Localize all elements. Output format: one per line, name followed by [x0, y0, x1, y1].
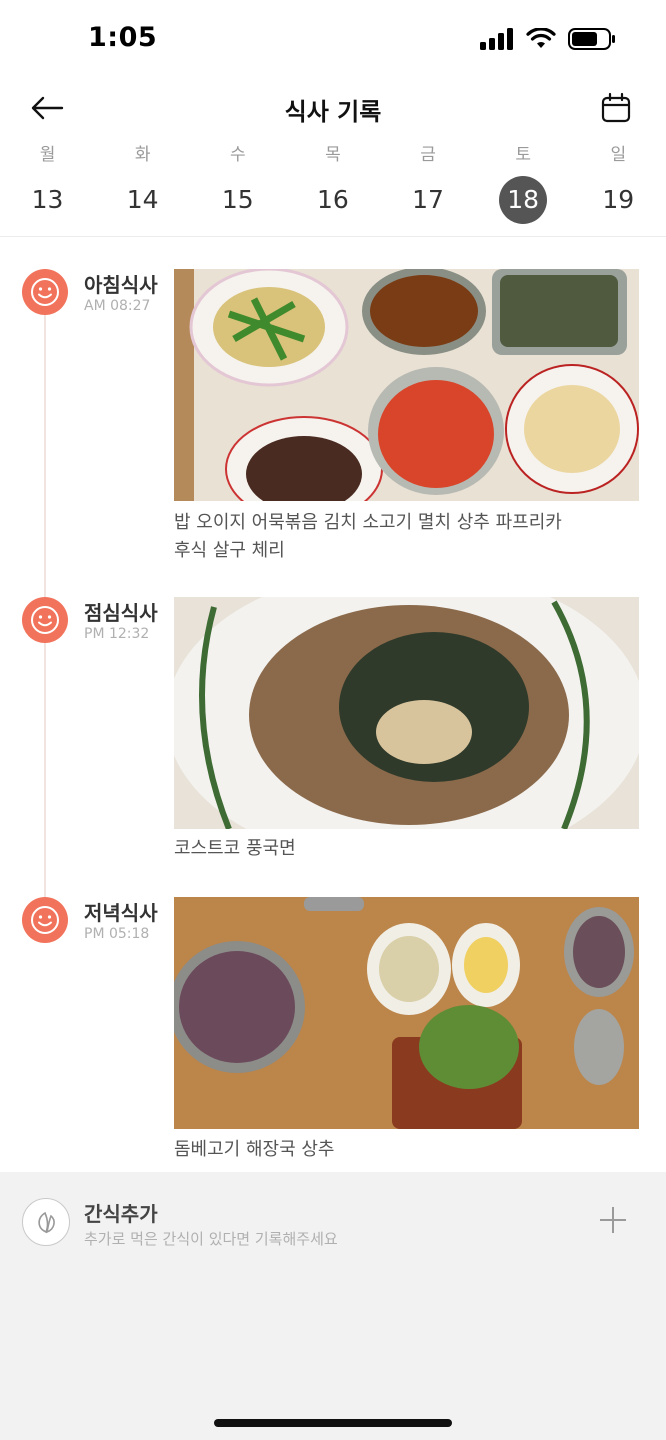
home-indicator	[214, 1419, 452, 1427]
add-snack-button[interactable]	[598, 1205, 628, 1235]
day-number: 16	[317, 185, 349, 214]
day-fri[interactable]: 금 17	[381, 140, 476, 236]
meal-description: 코스트코 풍국면	[174, 835, 639, 863]
day-number: 18	[499, 176, 548, 224]
day-mon[interactable]: 월 13	[0, 140, 95, 236]
day-label: 목	[325, 145, 341, 165]
smiley-face-icon	[22, 269, 68, 315]
meal-description-line: 돔베고기 해장국 상추	[174, 1139, 335, 1160]
day-label: 수	[229, 145, 246, 165]
snack-add-section[interactable]: 간식추가 추가로 먹은 간식이 있다면 기록해주세요	[0, 1172, 666, 1440]
day-number: 19	[602, 185, 635, 214]
meal-time: AM 08:27	[84, 298, 151, 314]
plus-icon	[600, 1207, 626, 1233]
status-bar: 1:05	[0, 0, 666, 80]
divider	[0, 236, 666, 237]
day-label: 토	[515, 145, 531, 165]
meal-time: PM 05:18	[84, 926, 150, 942]
day-wed[interactable]: 수 15	[190, 140, 285, 236]
day-label: 월	[39, 145, 56, 165]
status-icons	[480, 28, 616, 50]
meal-name: 저녁식사	[84, 901, 158, 925]
smiley-face-icon	[22, 597, 68, 643]
day-number: 14	[126, 185, 159, 214]
day-thu[interactable]: 목 16	[285, 140, 380, 236]
meal-description-line: 밥 오이지 어묵볶음 김치 소고기 멸치 상추 파프리카	[174, 512, 562, 533]
meal-description-line: 코스트코 풍국면	[174, 838, 296, 859]
day-number: 13	[31, 185, 64, 214]
meal-description: 밥 오이지 어묵볶음 김치 소고기 멸치 상추 파프리카 후식 살구 체리	[174, 509, 639, 565]
meal-name: 점심식사	[84, 601, 158, 625]
day-sat-selected[interactable]: 토 18	[476, 140, 571, 236]
leaf-icon	[22, 1198, 70, 1246]
day-number: 17	[412, 185, 444, 214]
day-tue[interactable]: 화 14	[95, 140, 190, 236]
day-label: 화	[134, 145, 151, 165]
day-label: 일	[610, 145, 627, 165]
battery-icon	[568, 28, 615, 50]
wifi-icon	[526, 28, 556, 48]
meal-description: 돔베고기 해장국 상추	[174, 1136, 639, 1164]
day-number: 15	[221, 185, 254, 214]
app-header: 식사 기록	[0, 80, 666, 136]
day-label: 금	[420, 145, 436, 165]
meal-time: PM 12:32	[84, 626, 150, 642]
cellular-signal-icon	[480, 28, 513, 50]
status-time: 1:05	[88, 22, 158, 53]
snack-title: 간식추가	[84, 1202, 158, 1226]
day-sun[interactable]: 일 19	[571, 140, 666, 236]
page-title: 식사 기록	[284, 98, 382, 126]
meal-photo-lunch[interactable]	[174, 597, 639, 829]
meal-photo-dinner[interactable]	[174, 897, 639, 1129]
meal-name: 아침식사	[84, 273, 158, 297]
meal-photo-breakfast[interactable]	[174, 269, 639, 501]
snack-subtitle: 추가로 먹은 간식이 있다면 기록해주세요	[84, 1230, 338, 1248]
smiley-face-icon	[22, 897, 68, 943]
meal-description-line: 후식 살구 체리	[174, 540, 285, 561]
calendar-icon	[601, 92, 631, 123]
calendar-button[interactable]	[600, 92, 632, 124]
week-date-strip: 월 13 화 14 수 15 목 16 금 17 토 18 일 19	[0, 140, 666, 236]
